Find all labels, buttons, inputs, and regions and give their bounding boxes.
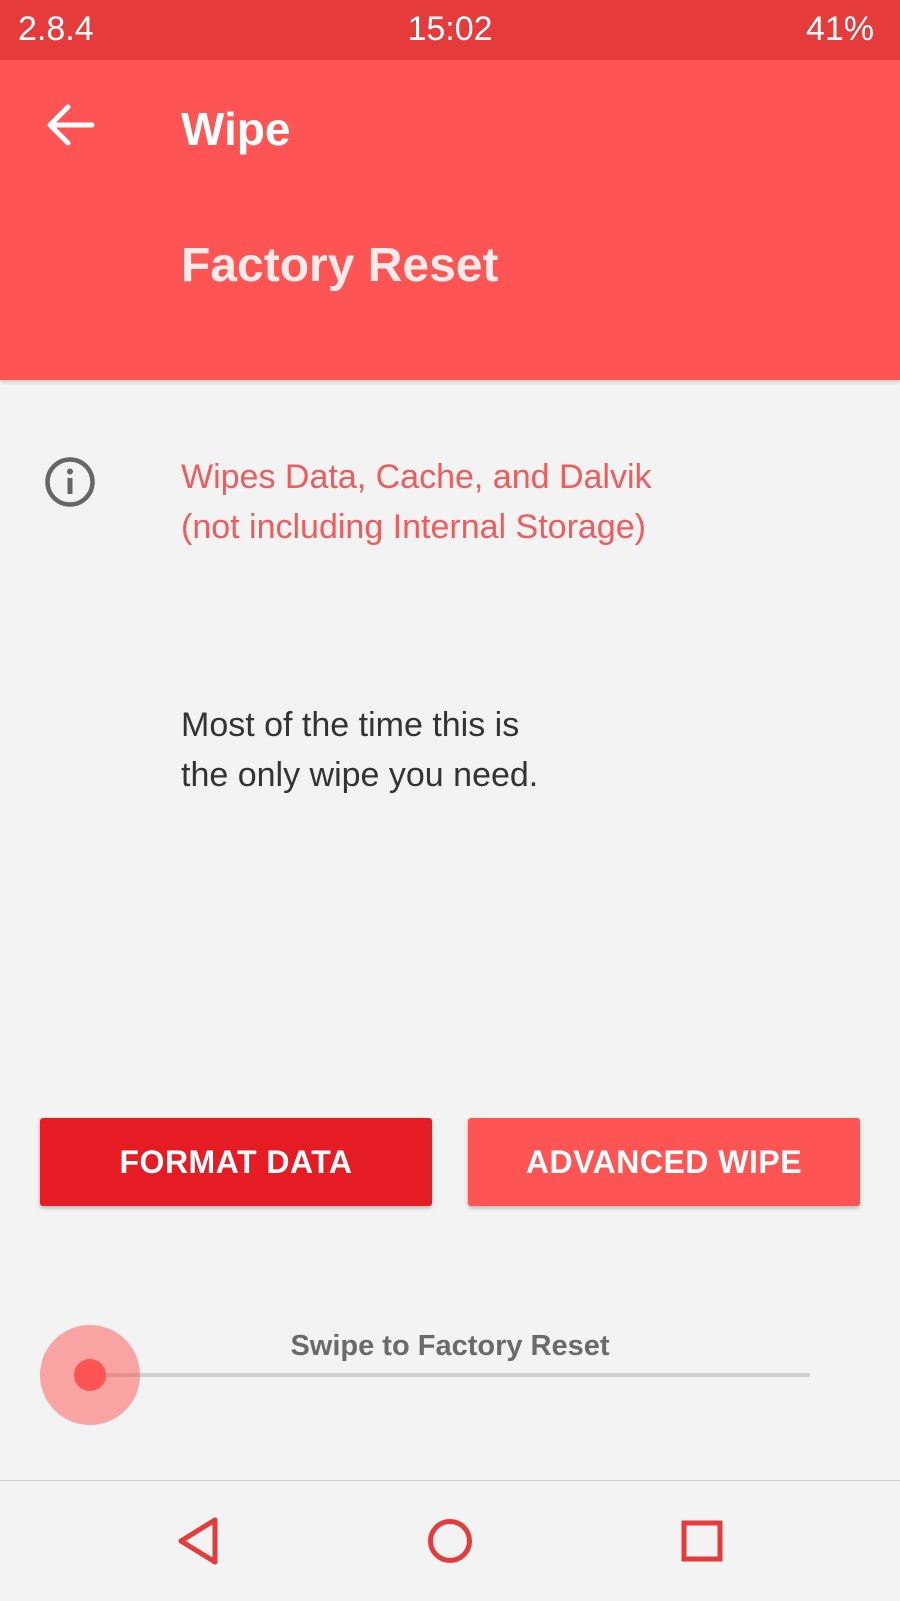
square-recents-icon xyxy=(681,1520,723,1562)
swipe-handle-dot xyxy=(74,1359,106,1391)
arrow-left-icon xyxy=(47,104,95,146)
description-text: Most of the time this is the only wipe y… xyxy=(181,700,861,800)
app-bar: Wipe Factory Reset xyxy=(0,60,900,380)
navigation-bar xyxy=(0,1480,900,1601)
page-title: Wipe xyxy=(181,103,291,155)
battery-level: 41% xyxy=(805,10,874,48)
description-line: the only wipe you need. xyxy=(181,756,539,794)
clock: 15:02 xyxy=(407,10,493,48)
info-line: (not including Internal Storage) xyxy=(181,508,646,546)
back-button[interactable] xyxy=(30,90,110,160)
triangle-back-icon xyxy=(178,1517,218,1565)
info-line: Wipes Data, Cache, and Dalvik xyxy=(181,458,652,496)
description-line: Most of the time this is xyxy=(181,706,520,744)
nav-home-button[interactable] xyxy=(410,1501,490,1581)
page-subtitle: Factory Reset xyxy=(181,239,499,292)
swipe-track[interactable] xyxy=(90,1373,810,1377)
format-data-button[interactable]: FORMAT DATA xyxy=(40,1118,432,1206)
info-message: Wipes Data, Cache, and Dalvik (not inclu… xyxy=(181,452,861,552)
circle-home-icon xyxy=(428,1519,472,1563)
advanced-wipe-button[interactable]: ADVANCED WIPE xyxy=(468,1118,860,1206)
status-bar: 2.8.4 15:02 41% xyxy=(0,0,900,60)
nav-recents-button[interactable] xyxy=(662,1501,742,1581)
nav-back-button[interactable] xyxy=(158,1501,238,1581)
info-icon xyxy=(45,457,95,507)
swipe-handle[interactable] xyxy=(40,1325,140,1425)
